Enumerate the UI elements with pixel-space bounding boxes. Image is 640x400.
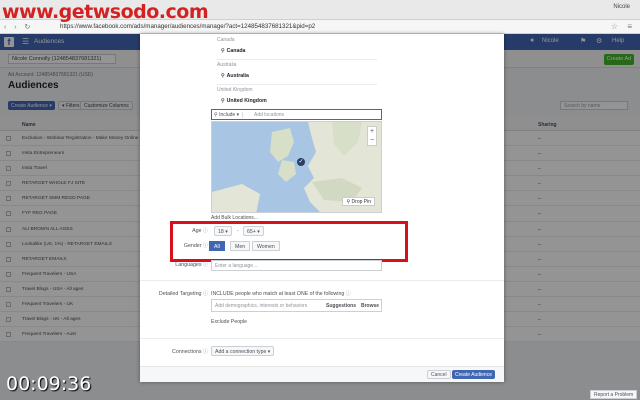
url-field[interactable]: https://www.facebook.com/ads/manager/aud… — [60, 23, 315, 30]
location-group-label: Canada — [217, 37, 235, 43]
divider — [217, 59, 377, 60]
age-separator: - — [237, 228, 239, 234]
languages-input[interactable]: Enter a language... — [211, 260, 382, 271]
location-input[interactable]: ⚲ Include ▾ Add locations — [211, 109, 382, 120]
detailed-targeting-description: INCLUDE people who match at least ONE of… — [211, 291, 351, 297]
browser-menu-icon[interactable]: ≡ — [627, 22, 632, 31]
add-bulk-locations-link[interactable]: Add Bulk Locations... — [211, 215, 258, 221]
detailed-targeting-input[interactable]: Add demographics, interests or behaviors… — [211, 299, 382, 312]
window-title: Nicole — [613, 4, 630, 10]
nav-buttons[interactable]: ‹ › ↻ — [4, 23, 33, 31]
connections-label: Connections ⓘ — [172, 349, 208, 355]
location-group-label: Australia — [217, 62, 237, 68]
age-label: Age ⓘ — [192, 228, 208, 234]
gender-men-button[interactable]: Men — [230, 241, 251, 251]
divider — [140, 280, 504, 281]
browse-link[interactable]: Browse — [361, 303, 379, 309]
detailed-targeting-label: Detailed Targeting ⓘ — [158, 291, 208, 297]
info-icon: ⓘ — [202, 228, 208, 234]
drop-pin-button[interactable]: ⚲ Drop Pin — [342, 197, 375, 206]
create-audience-button[interactable]: Create Audience — [452, 370, 495, 379]
location-item[interactable]: ⚲ United Kingdom — [221, 98, 267, 104]
gender-women-button[interactable]: Women — [252, 241, 280, 251]
detailed-targeting-placeholder: Add demographics, interests or behaviors — [215, 303, 308, 309]
info-icon: ⓘ — [202, 291, 208, 297]
selected-marker-icon[interactable]: ✓ — [297, 158, 305, 166]
age-min-select[interactable]: 18 ▾ — [214, 226, 232, 236]
include-dropdown[interactable]: ⚲ Include ▾ — [214, 112, 244, 118]
location-group-label: United Kingdom — [217, 87, 253, 93]
pin-icon: ⚲ — [221, 98, 225, 104]
gender-all-button[interactable]: All — [209, 241, 225, 251]
pin-icon: ⚲ — [221, 73, 225, 79]
info-icon: ⓘ — [202, 243, 208, 249]
location-placeholder: Add locations — [254, 112, 285, 118]
languages-label: Languages ⓘ — [175, 262, 208, 268]
report-problem-button[interactable]: Report a Problem — [590, 390, 638, 399]
watermark: www.getwsodo.com — [2, 1, 209, 23]
divider — [140, 338, 504, 339]
suggestions-link[interactable]: Suggestions — [326, 303, 356, 309]
location-item[interactable]: ⚲ Canada — [221, 48, 245, 54]
info-icon: ⓘ — [345, 291, 351, 297]
info-icon: ⓘ — [202, 349, 208, 355]
cancel-button[interactable]: Cancel — [427, 370, 451, 379]
video-timestamp: 00:09:36 — [6, 373, 92, 395]
add-connection-type-dropdown[interactable]: Add a connection type ▾ — [211, 346, 275, 356]
exclude-people-link[interactable]: Exclude People — [211, 319, 247, 325]
info-icon: ⓘ — [202, 262, 208, 268]
location-map[interactable]: ✓ + − ⚲ Drop Pin — [211, 121, 382, 213]
age-max-select[interactable]: 65+ ▾ — [243, 226, 264, 236]
divider — [217, 84, 377, 85]
bookmark-star-icon[interactable]: ☆ — [611, 22, 618, 31]
pin-icon: ⚲ — [221, 48, 225, 54]
location-list: Canada ⚲ Canada Australia ⚲ Australia Unit… — [211, 34, 382, 108]
location-item[interactable]: ⚲ Australia — [221, 73, 249, 79]
gender-label: Gender ⓘ — [183, 243, 208, 249]
zoom-control[interactable]: + − — [367, 126, 377, 146]
